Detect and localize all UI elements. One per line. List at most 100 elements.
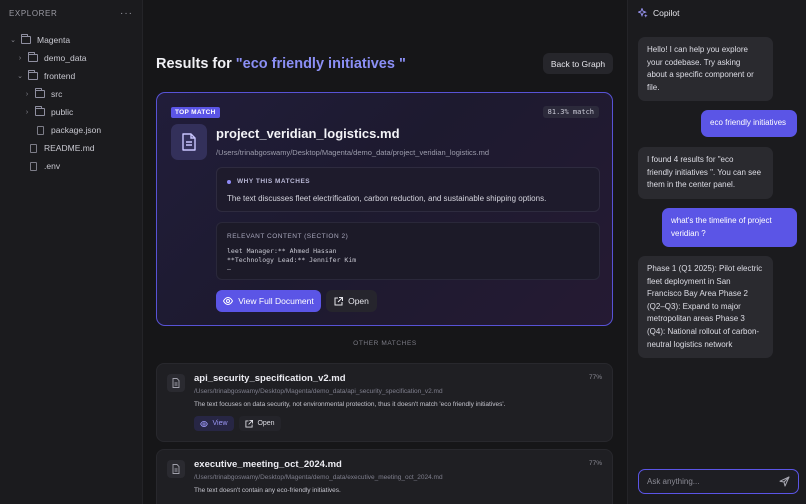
why-heading: WHY THIS MATCHES — [227, 178, 310, 185]
tree-item-src[interactable]: › src — [23, 86, 62, 102]
explorer-header: EXPLORER ··· — [0, 0, 142, 27]
assistant-message: Phase 1 (Q1 2025): Pilot electric fleet … — [638, 256, 773, 359]
relevant-content-box: RELEVANT CONTENT (SECTION 2) leet Manage… — [216, 222, 600, 280]
message-line: fleet deployment in San — [647, 276, 731, 286]
tree-item-label: public — [51, 107, 74, 117]
view-button[interactable]: View — [194, 416, 234, 431]
chat-input[interactable] — [647, 475, 775, 488]
tree-item-public[interactable]: › public — [23, 104, 73, 120]
document-icon — [167, 374, 185, 392]
view-full-document-button[interactable]: View Full Document — [216, 290, 321, 312]
tree-item-label: package.json — [51, 125, 102, 135]
explorer-title: EXPLORER — [9, 9, 58, 18]
message-line: neutral logistics network — [647, 339, 733, 349]
tree-item-label: Magenta — [37, 35, 71, 45]
message-line: them in the center panel. — [647, 180, 736, 190]
copilot-title: Copilot — [653, 8, 680, 18]
match-score-badge: 81.3% match — [542, 106, 599, 118]
external-link-icon — [334, 296, 344, 305]
chevron-right-icon: › — [25, 108, 29, 116]
open-button[interactable]: Open — [326, 290, 377, 312]
tree-item-demo-data[interactable]: › demo_data — [16, 50, 87, 66]
tree-item-env[interactable]: .env — [30, 158, 60, 174]
chevron-right-icon: › — [18, 54, 22, 62]
file-icon — [37, 125, 44, 135]
chat-input-box — [638, 469, 799, 494]
relevant-line: – — [227, 265, 231, 273]
file-icon — [30, 143, 37, 153]
sparkle-icon — [638, 8, 648, 18]
message-line: (Q2–Q3): Expand to major — [647, 301, 741, 311]
match-reason: The text focuses on data security, not e… — [194, 401, 506, 408]
view-label: View — [212, 420, 228, 427]
tree-item-label: src — [51, 89, 63, 99]
message-line: (Q4): National rollout of carbon- — [647, 326, 760, 336]
document-title: executive_meeting_oct_2024.md — [194, 459, 342, 470]
message-line: about a specific component or — [647, 70, 754, 80]
more-options-icon[interactable]: ··· — [120, 8, 133, 19]
message-line: file. — [647, 82, 660, 92]
tree-item-label: .env — [44, 161, 61, 171]
match-reason: The text doesn't contain any eco-friendl… — [194, 487, 341, 494]
eye-icon — [200, 420, 209, 427]
folder-icon — [28, 52, 38, 62]
user-message: eco friendly initiatives — [701, 110, 797, 137]
back-to-graph-button[interactable]: Back to Graph — [543, 53, 613, 74]
message-line: veridian ? — [671, 228, 706, 238]
tree-item-package-json[interactable]: package.json — [37, 122, 101, 138]
document-title: project_veridian_logistics.md — [216, 126, 400, 141]
send-icon[interactable] — [779, 476, 790, 487]
open-label: Open — [348, 296, 369, 306]
copilot-header: Copilot — [638, 8, 679, 18]
eye-icon — [223, 297, 234, 305]
tree-item-magenta[interactable]: ⌄ Magenta — [9, 32, 70, 48]
document-title: api_security_specification_v2.md — [194, 373, 346, 384]
tree-item-label: frontend — [44, 71, 76, 81]
open-button[interactable]: Open — [239, 416, 281, 431]
assistant-message: Hello! I can help you explore your codeb… — [638, 37, 773, 102]
message-line: metropolitan areas Phase 3 — [647, 314, 745, 324]
top-match-card: TOP MATCH 81.3% match project_veridian_l… — [156, 92, 613, 326]
tree-item-readme[interactable]: README.md — [30, 140, 95, 156]
why-this-matches-box: WHY THIS MATCHES The text discusses flee… — [216, 167, 600, 212]
folder-icon — [35, 88, 45, 98]
explorer-panel: EXPLORER ··· ⌄ Magenta › demo_data ⌄ fro… — [0, 0, 143, 504]
relevant-line: **Technology Lead:** Jennifer Kim — [227, 256, 357, 264]
results-title-prefix: Results for — [156, 56, 236, 72]
why-text: The text discusses fleet electrification… — [227, 194, 547, 203]
document-icon — [171, 124, 207, 160]
top-match-badge: TOP MATCH — [171, 107, 220, 118]
match-score: 77% — [588, 460, 602, 467]
message-line: friendly initiatives ". You can see — [647, 167, 762, 177]
page-title: Results for "eco friendly initiatives " — [156, 56, 406, 72]
relevant-content-title: RELEVANT CONTENT (SECTION 2) — [227, 233, 349, 240]
message-line: eco friendly initiatives — [710, 118, 787, 127]
assistant-message: I found 4 results for "eco friendly init… — [638, 147, 773, 199]
other-match-card[interactable]: api_security_specification_v2.md 77% /Us… — [156, 363, 613, 442]
tree-item-label: README.md — [44, 143, 95, 153]
view-label: View Full Document — [238, 296, 314, 306]
search-query: "eco friendly initiatives " — [235, 56, 406, 72]
message-line: what's the timeline of project — [671, 216, 772, 225]
user-message: what's the timeline of project veridian … — [662, 208, 797, 248]
external-link-icon — [245, 419, 254, 428]
other-match-card[interactable]: executive_meeting_oct_2024.md 77% /Users… — [156, 449, 613, 504]
tree-item-frontend[interactable]: ⌄ frontend — [16, 68, 75, 84]
document-icon — [167, 460, 185, 478]
file-icon — [30, 161, 37, 171]
why-title: WHY THIS MATCHES — [237, 178, 311, 185]
message-line: Francisco Bay Area Phase 2 — [647, 289, 748, 299]
message-line: Hello! I can help you explore — [647, 45, 748, 54]
open-label: Open — [257, 420, 275, 427]
chevron-down-icon: ⌄ — [17, 73, 23, 80]
document-path: /Users/trinabgoswamy/Desktop/Magenta/dem… — [216, 148, 490, 157]
other-matches-heading: OTHER MATCHES — [353, 340, 417, 347]
folder-icon — [28, 70, 38, 80]
message-line: your codebase. Try asking — [647, 57, 741, 67]
chevron-right-icon: › — [25, 90, 29, 98]
copilot-panel: Copilot Hello! I can help you explore yo… — [627, 0, 806, 504]
message-line: Phase 1 (Q1 2025): Pilot electric — [647, 264, 763, 273]
folder-icon — [35, 106, 45, 116]
document-path: /Users/trinabgoswamy/Desktop/Magenta/dem… — [194, 388, 443, 395]
message-line: I found 4 results for "eco — [647, 155, 734, 164]
